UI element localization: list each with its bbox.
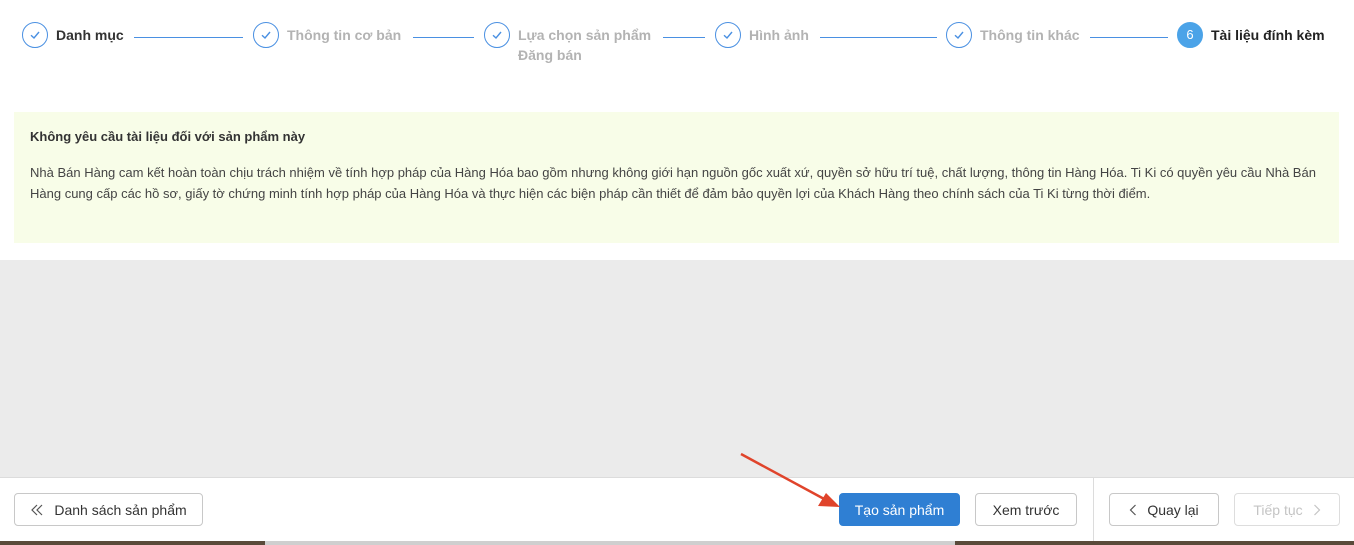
notice-title: Không yêu cầu tài liệu đối với sản phẩm … — [30, 129, 306, 144]
chevron-right-icon — [1313, 504, 1320, 515]
notice-body: Nhà Bán Hàng cam kết hoàn toàn chịu trác… — [30, 165, 1316, 201]
step-tai-lieu-dinh-kem[interactable]: 6 Tài liệu đính kèm — [1177, 22, 1325, 48]
back-label: Quay lại — [1147, 501, 1199, 518]
notice-box: Không yêu cầu tài liệu đối với sản phẩm … — [14, 112, 1339, 243]
step-thong-tin-khac[interactable]: Thông tin khác — [946, 22, 1080, 48]
step-label: Hình ảnh — [749, 27, 809, 43]
stepper: Danh mục Thông tin cơ bản Lựa chọn sản p… — [0, 0, 1354, 96]
preview-button[interactable]: Xem trước — [975, 493, 1077, 526]
notice-section: Không yêu cầu tài liệu đối với sản phẩm … — [0, 96, 1354, 260]
back-button[interactable]: Quay lại — [1109, 493, 1219, 526]
step-connector — [413, 37, 474, 38]
step-label: Tài liệu đính kèm — [1211, 27, 1325, 43]
check-icon — [253, 22, 279, 48]
step-label: Thông tin khác — [980, 27, 1080, 43]
step-label-sub: Đăng bán — [518, 47, 582, 63]
step-connector — [663, 37, 705, 38]
page-edge-strip-light — [265, 541, 955, 545]
footer-divider — [1093, 478, 1094, 541]
double-chevron-left-icon — [31, 504, 43, 515]
page-edge-strip — [0, 541, 1354, 545]
next-button[interactable]: Tiếp tục — [1234, 493, 1340, 526]
check-icon — [484, 22, 510, 48]
step-thong-tin-co-ban[interactable]: Thông tin cơ bản — [253, 22, 402, 48]
check-icon — [946, 22, 972, 48]
step-connector — [820, 37, 937, 38]
step-lua-chon-san-pham[interactable]: Lựa chọn sản phẩm Đăng bán — [484, 22, 651, 65]
product-list-label: Danh sách sản phẩm — [54, 501, 187, 518]
step-connector — [1090, 37, 1168, 38]
create-product-button[interactable]: Tạo sản phẩm — [839, 493, 960, 526]
chevron-left-icon — [1129, 504, 1137, 515]
step-label-main: Lựa chọn sản phẩm — [518, 27, 652, 43]
step-label: Lựa chọn sản phẩm Đăng bán — [518, 25, 651, 65]
product-list-button[interactable]: Danh sách sản phẩm — [14, 493, 203, 526]
step-label: Thông tin cơ bản — [287, 27, 402, 43]
step-connector — [134, 37, 243, 38]
preview-label: Xem trước — [992, 501, 1060, 518]
step-number-badge: 6 — [1177, 22, 1203, 48]
next-label: Tiếp tục — [1253, 501, 1303, 518]
create-product-label: Tạo sản phẩm — [854, 501, 945, 518]
check-icon — [715, 22, 741, 48]
step-danh-muc[interactable]: Danh mục — [22, 22, 124, 48]
step-hinh-anh[interactable]: Hình ảnh — [715, 22, 809, 48]
check-icon — [22, 22, 48, 48]
step-label: Danh mục — [56, 27, 124, 43]
